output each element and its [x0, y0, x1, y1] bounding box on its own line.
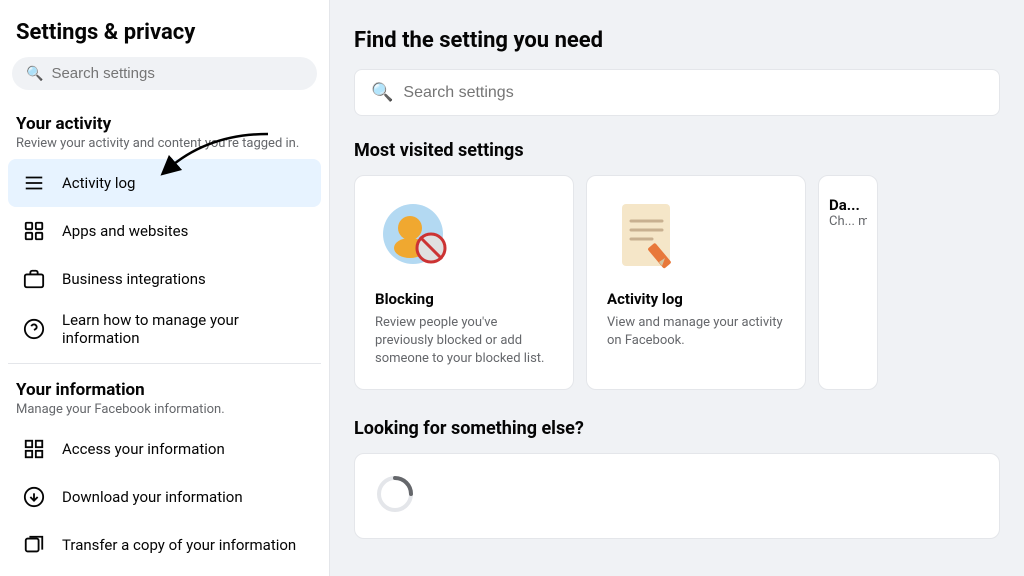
- sidebar-item-transfer-copy[interactable]: Transfer a copy of your information: [8, 521, 321, 569]
- cards-row: Blocking Review people you've previously…: [354, 175, 1000, 390]
- sidebar: Settings & privacy 🔍 Your activity Revie…: [0, 0, 330, 576]
- main-search-bar[interactable]: 🔍: [354, 69, 1000, 116]
- most-visited-title: Most visited settings: [354, 140, 1000, 161]
- sidebar-item-apps-websites[interactable]: Apps and websites: [8, 207, 321, 255]
- activity-log-card-icon: [607, 196, 687, 276]
- card-partial[interactable]: Da... Ch... mo...: [818, 175, 878, 390]
- sidebar-item-off-facebook[interactable]: Off-Facebook activity: [8, 569, 321, 576]
- looking-title: Looking for something else?: [354, 418, 1000, 439]
- business-integrations-icon: [18, 263, 50, 295]
- transfer-copy-icon: [18, 529, 50, 561]
- blocking-card-icon: [375, 196, 455, 276]
- sidebar-item-learn-manage-label: Learn how to manage your information: [62, 311, 311, 347]
- sidebar-search-bar[interactable]: 🔍: [12, 57, 317, 90]
- download-information-icon: [18, 481, 50, 513]
- main-content: Find the setting you need 🔍 Most visited…: [330, 0, 1024, 576]
- card-blocking[interactable]: Blocking Review people you've previously…: [354, 175, 574, 390]
- sidebar-item-activity-log-label: Activity log: [62, 174, 135, 192]
- main-search-input[interactable]: [403, 84, 983, 102]
- sidebar-item-download-information[interactable]: Download your information: [8, 473, 321, 521]
- access-information-icon: [18, 433, 50, 465]
- blocking-card-title: Blocking: [375, 290, 553, 308]
- divider-1: [8, 363, 321, 364]
- partial-card-desc: Ch... mo...: [829, 214, 867, 229]
- sidebar-search-icon: 🔍: [26, 66, 43, 82]
- main-title: Find the setting you need: [354, 28, 1000, 53]
- activity-log-card-title: Activity log: [607, 290, 785, 308]
- your-activity-header: Your activity: [8, 106, 321, 136]
- sidebar-item-business-integrations-label: Business integrations: [62, 270, 206, 288]
- partial-card-title: Da...: [829, 196, 867, 214]
- sidebar-title: Settings & privacy: [8, 16, 321, 57]
- main-search-icon: 🔍: [371, 82, 393, 103]
- your-information-subtitle: Manage your Facebook information.: [8, 402, 321, 425]
- looking-spinner-icon: [375, 474, 415, 518]
- activity-log-icon: [18, 167, 50, 199]
- looking-card[interactable]: [354, 453, 1000, 539]
- blocking-card-desc: Review people you've previously blocked …: [375, 314, 553, 369]
- sidebar-item-business-integrations[interactable]: Business integrations: [8, 255, 321, 303]
- sidebar-item-learn-manage[interactable]: Learn how to manage your information: [8, 303, 321, 355]
- sidebar-item-access-information[interactable]: Access your information: [8, 425, 321, 473]
- sidebar-item-transfer-copy-label: Transfer a copy of your information: [62, 536, 296, 554]
- apps-websites-icon: [18, 215, 50, 247]
- sidebar-item-download-information-label: Download your information: [62, 488, 243, 506]
- your-activity-subtitle: Review your activity and content you're …: [8, 136, 321, 159]
- learn-manage-icon: [18, 313, 50, 345]
- activity-log-card-desc: View and manage your activity on Faceboo…: [607, 314, 785, 350]
- sidebar-item-access-information-label: Access your information: [62, 440, 225, 458]
- sidebar-search-input[interactable]: [51, 65, 303, 82]
- sidebar-item-apps-websites-label: Apps and websites: [62, 222, 188, 240]
- sidebar-item-activity-log[interactable]: Activity log: [8, 159, 321, 207]
- your-information-header: Your information: [8, 372, 321, 402]
- card-activity-log[interactable]: Activity log View and manage your activi…: [586, 175, 806, 390]
